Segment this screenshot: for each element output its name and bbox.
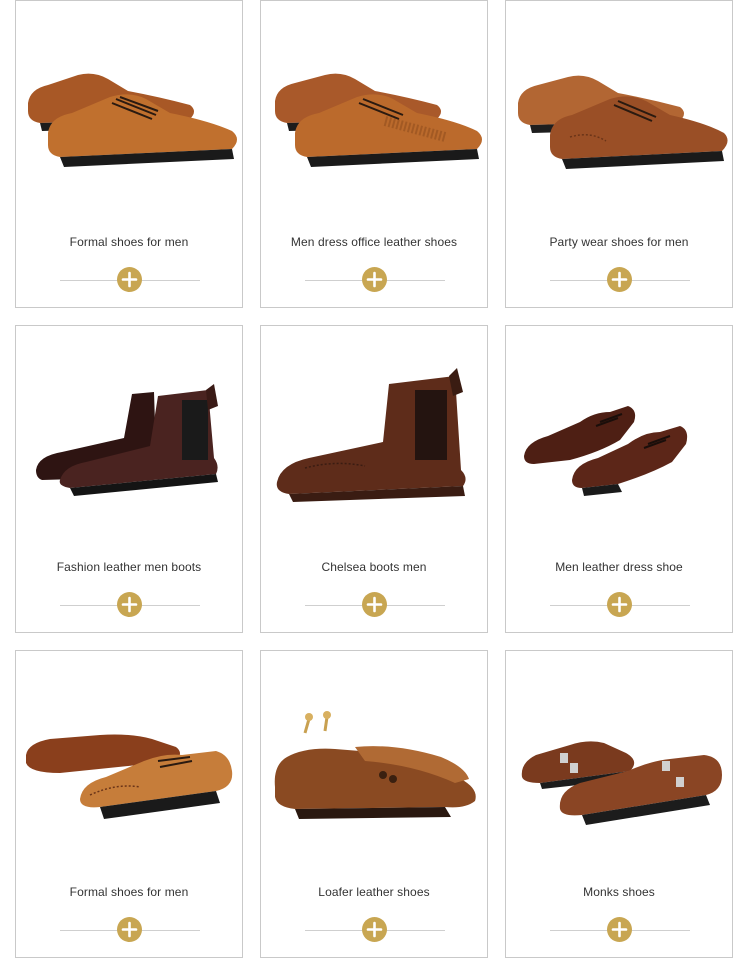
product-card[interactable]: Formal shoes for men [15,650,243,958]
product-title: Formal shoes for men [69,235,189,249]
add-button[interactable] [362,592,387,617]
product-card[interactable]: Loafer leather shoes [260,650,488,958]
add-button[interactable] [117,592,142,617]
oxford-perforated-pair-icon [275,73,482,167]
add-button[interactable] [607,267,632,292]
product-title: Monks shoes [583,885,655,899]
plus-icon [366,596,383,613]
add-button[interactable] [607,917,632,942]
product-title: Men leather dress shoe [555,560,683,574]
chelsea-boot-icon [276,368,466,502]
oxford-brogue-pair-icon [518,75,728,169]
product-card[interactable]: Monks shoes [505,650,733,958]
product-title: Party wear shoes for men [549,235,689,249]
product-card[interactable]: Chelsea boots men [260,325,488,633]
add-button[interactable] [117,917,142,942]
product-card[interactable]: Party wear shoes for men [505,0,733,308]
add-button[interactable] [607,592,632,617]
plus-icon [121,596,138,613]
oxford-cap-toe-pair-icon [28,73,237,167]
add-button[interactable] [362,917,387,942]
product-title: Loafer leather shoes [318,885,430,899]
product-card[interactable]: Fashion leather men boots [15,325,243,633]
add-button[interactable] [362,267,387,292]
plus-icon [121,921,138,938]
plus-icon [366,921,383,938]
plus-icon [366,271,383,288]
plus-icon [611,596,628,613]
product-card[interactable]: Formal shoes for men [15,0,243,308]
plus-icon [611,271,628,288]
product-title: Formal shoes for men [69,885,189,899]
product-title: Chelsea boots men [321,560,427,574]
add-button[interactable] [117,267,142,292]
plus-icon [611,921,628,938]
wingtip-pair-icon [524,406,688,496]
double-monk-strap-pair-icon [521,741,722,825]
product-card[interactable]: Men leather dress shoe [505,325,733,633]
chelsea-boot-pair-icon [36,384,218,496]
tassel-loafer-pair-icon [274,711,476,819]
product-title: Fashion leather men boots [56,560,202,574]
plus-icon [121,271,138,288]
wingtip-brogue-pair-icon [26,734,233,819]
product-card[interactable]: Men dress office leather shoes [260,0,488,308]
product-title: Men dress office leather shoes [290,235,458,249]
